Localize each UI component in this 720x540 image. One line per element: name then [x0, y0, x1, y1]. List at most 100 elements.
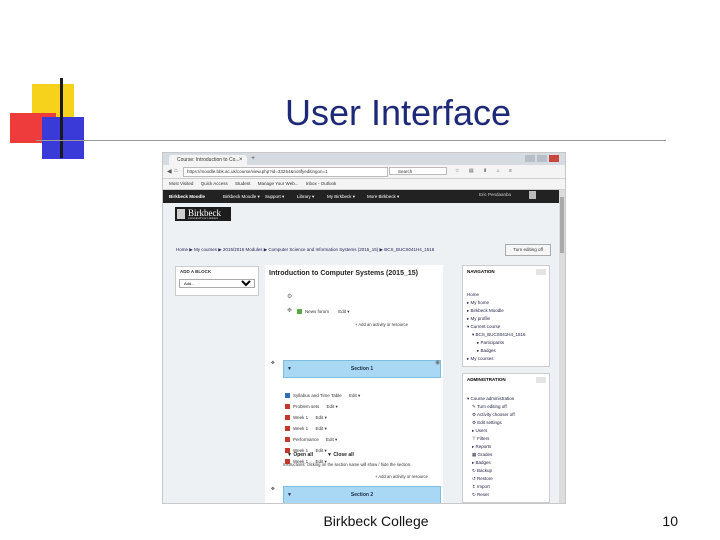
- nav-item[interactable]: ▾ Current course: [467, 324, 500, 330]
- nav-item[interactable]: ▸ Badges: [477, 348, 496, 354]
- section-1-header[interactable]: ▼ Section 1: [283, 360, 441, 378]
- moodle-top-nav: Birkbeck Moodle Birkbeck Moodle ▾ Suppor…: [163, 190, 559, 203]
- settings-gear-icon[interactable]: ⚙: [287, 293, 292, 300]
- turn-editing-off-button[interactable]: Turn editing off: [505, 244, 551, 256]
- edit-menu[interactable]: Edit ▾: [349, 393, 360, 398]
- bookmark-item[interactable]: Student: [235, 181, 251, 186]
- moodle-brand[interactable]: Birkbeck Moodle: [169, 194, 205, 199]
- back-icon[interactable]: ◀: [167, 168, 172, 175]
- section-move-icon[interactable]: ✥: [271, 360, 275, 366]
- admin-item[interactable]: ↻ Backup: [472, 468, 492, 474]
- forum-icon: [297, 309, 302, 315]
- activity-label: News forum: [305, 309, 330, 314]
- scrollbar-thumb[interactable]: [560, 197, 564, 253]
- block-controls-icon[interactable]: [536, 377, 546, 383]
- close-window-icon[interactable]: [549, 155, 559, 162]
- pdf-icon: [285, 415, 290, 421]
- search-input[interactable]: Search: [389, 167, 447, 175]
- activity-row[interactable]: Week 1 Edit ▾: [285, 415, 327, 421]
- add-block-header: ADD A BLOCK: [180, 269, 212, 274]
- admin-item[interactable]: ✎ Turn editing off: [472, 404, 507, 410]
- nav-item[interactable]: ▸ Birkbeck Moodle: [467, 308, 504, 314]
- toolbar-icons[interactable]: ☆ ▤ ⬇ ⌂ ≡: [455, 168, 516, 174]
- pdf-icon: [285, 437, 290, 443]
- edit-menu[interactable]: Edit ▾: [327, 404, 338, 409]
- bookmark-item[interactable]: Manage Your Web...: [258, 181, 299, 186]
- browser-tab[interactable]: Course: Introduction to Co... ×: [169, 155, 247, 165]
- move-icon[interactable]: ✥: [287, 307, 292, 314]
- avatar[interactable]: [529, 191, 536, 199]
- bookmark-item[interactable]: Most Visited: [169, 181, 193, 186]
- admin-item[interactable]: ↺ Restore: [472, 476, 493, 482]
- pdf-icon: [285, 426, 290, 432]
- nav-item[interactable]: ▸ Participants: [477, 340, 504, 346]
- close-tab-icon[interactable]: ×: [239, 155, 243, 165]
- collapse-icon[interactable]: ▼: [287, 361, 292, 377]
- admin-item[interactable]: ▾ Course administration: [467, 396, 514, 402]
- admin-item[interactable]: ▸ Users: [472, 428, 487, 434]
- slide-footer: Birkbeck College: [323, 513, 429, 529]
- edit-menu[interactable]: Edit ▾: [315, 448, 326, 453]
- pdf-icon: [285, 404, 290, 410]
- nav-item[interactable]: Home: [467, 292, 479, 297]
- collapse-icon[interactable]: ▼: [287, 487, 292, 503]
- file-icon: [285, 393, 290, 399]
- nav-item[interactable]: ▾ BCS_BUCS041H4_1516: [472, 332, 526, 338]
- activity-row[interactable]: Performance Edit ▾: [285, 437, 337, 443]
- edit-menu[interactable]: Edit ▾: [315, 415, 326, 420]
- nav-item[interactable]: ▸ My courses: [467, 356, 494, 362]
- administration-header: ADMINISTRATION: [467, 377, 506, 382]
- edit-menu[interactable]: Edit ▾: [315, 459, 326, 464]
- admin-item[interactable]: ▸ Reports: [472, 444, 491, 450]
- nav-item[interactable]: ▸ My home: [467, 300, 489, 306]
- menu-item[interactable]: My Birkbeck ▾: [327, 194, 355, 200]
- menu-item[interactable]: Birkbeck Moodle ▾: [223, 194, 260, 200]
- block-controls-icon[interactable]: [536, 269, 546, 275]
- menu-item[interactable]: Library ▾: [297, 194, 314, 200]
- news-forum-row[interactable]: News forum Edit ▾: [297, 309, 350, 315]
- edit-menu[interactable]: Edit ▾: [315, 426, 326, 431]
- admin-item[interactable]: ⊤ Filters: [472, 436, 489, 442]
- minimize-icon[interactable]: [525, 155, 535, 162]
- admin-item[interactable]: ⚙ Activity chooser off: [472, 412, 515, 418]
- close-all-link[interactable]: ▼ Close all: [327, 452, 354, 458]
- activity-label: Week 1: [293, 459, 309, 464]
- add-block-select[interactable]: Add...: [179, 279, 255, 288]
- activity-row[interactable]: Week 1 Edit ▾: [285, 448, 327, 454]
- pdf-icon: [285, 459, 290, 465]
- eye-icon[interactable]: ◉: [435, 359, 440, 366]
- tab-title: Course: Introduction to Co...: [177, 157, 240, 163]
- admin-item[interactable]: ▸ Badges: [472, 460, 491, 466]
- home-icon[interactable]: ⌂: [174, 168, 178, 174]
- activity-row[interactable]: Syllabus and Time Table Edit ▾: [285, 393, 360, 399]
- title-underline: [36, 140, 666, 141]
- edit-menu[interactable]: Edit ▾: [338, 309, 349, 314]
- birkbeck-logo[interactable]: Birkbeck UNIVERSITY OF LONDON: [175, 207, 231, 221]
- url-field[interactable]: https://moodle.bbk.ac.uk/course/view.php…: [183, 167, 388, 177]
- tab-bar: Course: Introduction to Co... × +: [163, 153, 565, 165]
- admin-item[interactable]: ⚙ Edit settings: [472, 420, 502, 426]
- admin-item[interactable]: ▦ Grades: [472, 452, 492, 458]
- admin-item[interactable]: ↥ Import: [472, 484, 490, 490]
- section-2-header[interactable]: ▼ Section 2: [283, 486, 441, 503]
- nav-item[interactable]: ▸ My profile: [467, 316, 490, 322]
- address-bar: ◀ ⌂ https://moodle.bbk.ac.uk/course/view…: [163, 165, 565, 179]
- activity-row[interactable]: Problem sets Edit ▾: [285, 404, 338, 410]
- breadcrumb[interactable]: Home ▶ My courses ▶ 2015/2016 Modules ▶ …: [176, 247, 506, 253]
- activity-row[interactable]: Week 1 Edit ▾: [285, 426, 327, 432]
- add-activity-link[interactable]: + Add an activity or resource: [355, 322, 408, 327]
- section-title: Section 2: [350, 492, 374, 498]
- menu-item[interactable]: More Birkbeck ▾: [367, 194, 399, 200]
- menu-item[interactable]: Support ▾: [265, 194, 284, 200]
- admin-item[interactable]: ↻ Reset: [472, 492, 489, 498]
- course-content: Introduction to Computer Systems (2015_1…: [265, 265, 443, 503]
- bookmark-item[interactable]: Inbox - Outlook: [306, 181, 337, 186]
- bookmark-item[interactable]: Quick Access: [201, 181, 228, 186]
- edit-menu[interactable]: Edit ▾: [326, 437, 337, 442]
- activity-row[interactable]: Week 1 Edit ▾: [285, 459, 327, 465]
- crest-icon: [177, 209, 185, 219]
- section-move-icon[interactable]: ✥: [271, 486, 275, 492]
- add-activity-link[interactable]: + Add an activity or resource: [375, 474, 428, 479]
- new-tab-icon[interactable]: +: [251, 155, 255, 162]
- maximize-icon[interactable]: [537, 155, 547, 162]
